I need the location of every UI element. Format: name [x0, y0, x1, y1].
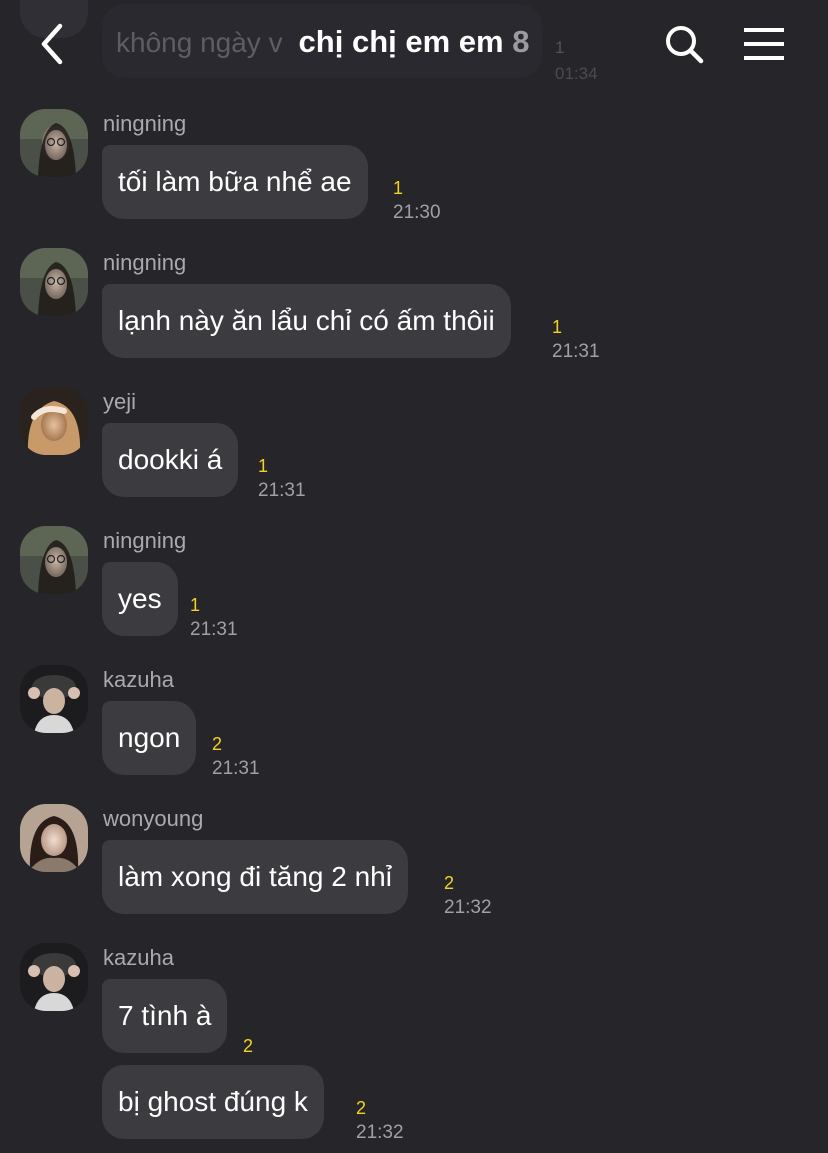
sender-name: yeji	[103, 389, 137, 414]
message-time: 21:32	[444, 897, 492, 918]
member-count: 8	[512, 24, 530, 59]
avatar[interactable]	[20, 804, 88, 872]
search-button[interactable]	[660, 22, 708, 66]
unread-count: 2	[212, 734, 223, 754]
menu-button[interactable]	[738, 24, 790, 64]
message-bubble[interactable]: làm xong đi tăng 2 nhỉ	[102, 840, 408, 914]
unread-count: 1	[258, 456, 269, 476]
message-bubble[interactable]: 7 tình à	[102, 979, 228, 1053]
unread-count: 1	[552, 317, 563, 337]
avatar[interactable]	[20, 248, 88, 316]
unread-count: 2	[444, 873, 455, 893]
unread-count: 2	[356, 1098, 367, 1118]
sender-name: kazuha	[103, 667, 174, 692]
avatar[interactable]	[20, 387, 88, 455]
sender-name: ningning	[103, 111, 187, 136]
avatar[interactable]	[20, 526, 88, 594]
message-bubble[interactable]: tối làm bữa nhể ae	[102, 145, 368, 219]
unread-count: 1	[393, 178, 404, 198]
search-icon	[666, 26, 704, 64]
message-bubble[interactable]: lạnh này ăn lẩu chỉ có ấm thôii	[102, 284, 511, 358]
message-bubble[interactable]: dookki á	[102, 423, 239, 497]
message-time: 21:32	[356, 1122, 404, 1143]
message-time: 21:30	[393, 202, 441, 223]
chat-name: chị chị em em	[298, 24, 504, 59]
avatar[interactable]	[20, 109, 88, 177]
avatar[interactable]	[20, 943, 88, 1011]
message-bubble[interactable]: yes	[102, 562, 178, 636]
unread-count: 2	[243, 1036, 254, 1056]
message-time: 21:31	[258, 480, 306, 501]
message-time: 21:31	[212, 758, 260, 779]
unread-count: 1	[190, 595, 201, 615]
message-bubble[interactable]: ngon	[102, 701, 197, 775]
hamburger-menu-icon	[744, 28, 784, 60]
sender-name: ningning	[103, 250, 187, 275]
avatar[interactable]	[20, 665, 88, 733]
message-time: 21:31	[190, 619, 238, 640]
sender-name: wonyoung	[103, 806, 204, 831]
message-bubble[interactable]: bị ghost đúng k	[102, 1065, 324, 1139]
sender-name: ningning	[103, 528, 187, 553]
sender-name: kazuha	[103, 945, 174, 970]
message-time: 21:31	[552, 341, 600, 362]
